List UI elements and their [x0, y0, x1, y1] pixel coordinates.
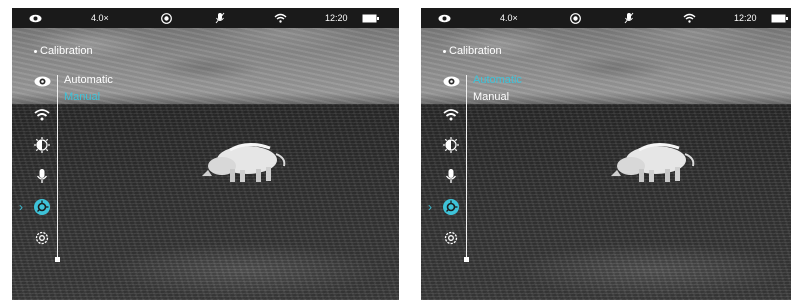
wifi-icon[interactable]	[32, 104, 52, 124]
status-bar: 4.0× 12:20	[12, 8, 399, 28]
mic-icon[interactable]	[32, 166, 52, 186]
status-bar: 4.0× 12:20	[421, 8, 791, 28]
mic-off-icon	[215, 8, 225, 28]
wifi-icon	[274, 8, 287, 28]
option-automatic[interactable]: Automatic	[473, 74, 522, 86]
calibration-icon[interactable]	[441, 197, 461, 217]
clock-time: 12:20	[325, 13, 348, 23]
eye-icon	[438, 8, 451, 28]
ground-area	[12, 104, 399, 300]
calibration-icon[interactable]	[32, 197, 52, 217]
zoom-level: 4.0×	[500, 13, 518, 23]
menu-rail	[466, 75, 467, 259]
camera-icon	[570, 8, 581, 28]
option-manual[interactable]: Manual	[64, 91, 100, 103]
zoom-level: 4.0×	[91, 13, 109, 23]
white-balance-icon[interactable]	[32, 135, 52, 155]
battery-icon	[362, 8, 379, 28]
option-manual[interactable]: Manual	[473, 91, 509, 103]
mic-icon[interactable]	[441, 166, 461, 186]
white-balance-icon[interactable]	[441, 135, 461, 155]
menu-rail-end	[464, 257, 469, 262]
selection-marker-icon: ›	[19, 200, 23, 214]
camera-icon	[161, 8, 172, 28]
eye-icon	[29, 8, 42, 28]
device-screen-right: 4.0× 12:20 Calibration › Automatic Manua…	[421, 8, 791, 300]
settings-icon[interactable]	[441, 228, 461, 248]
clock-time: 12:20	[734, 13, 757, 23]
menu-rail	[57, 75, 58, 259]
boar-thermal-image	[202, 143, 286, 182]
wifi-icon[interactable]	[441, 104, 461, 124]
menu-title: Calibration	[443, 45, 502, 57]
battery-icon	[771, 8, 788, 28]
selection-marker-icon: ›	[428, 200, 432, 214]
eye-icon[interactable]	[441, 71, 461, 91]
mic-off-icon	[624, 8, 634, 28]
boar-thermal-image	[611, 143, 695, 182]
settings-icon[interactable]	[32, 228, 52, 248]
device-screen-left: 4.0× 12:20 Calibration › Automatic Manua…	[12, 8, 399, 300]
menu-rail-end	[55, 257, 60, 262]
wifi-icon	[683, 8, 696, 28]
option-automatic[interactable]: Automatic	[64, 74, 113, 86]
menu-title: Calibration	[34, 45, 93, 57]
eye-icon[interactable]	[32, 71, 52, 91]
ground-area	[421, 104, 791, 300]
